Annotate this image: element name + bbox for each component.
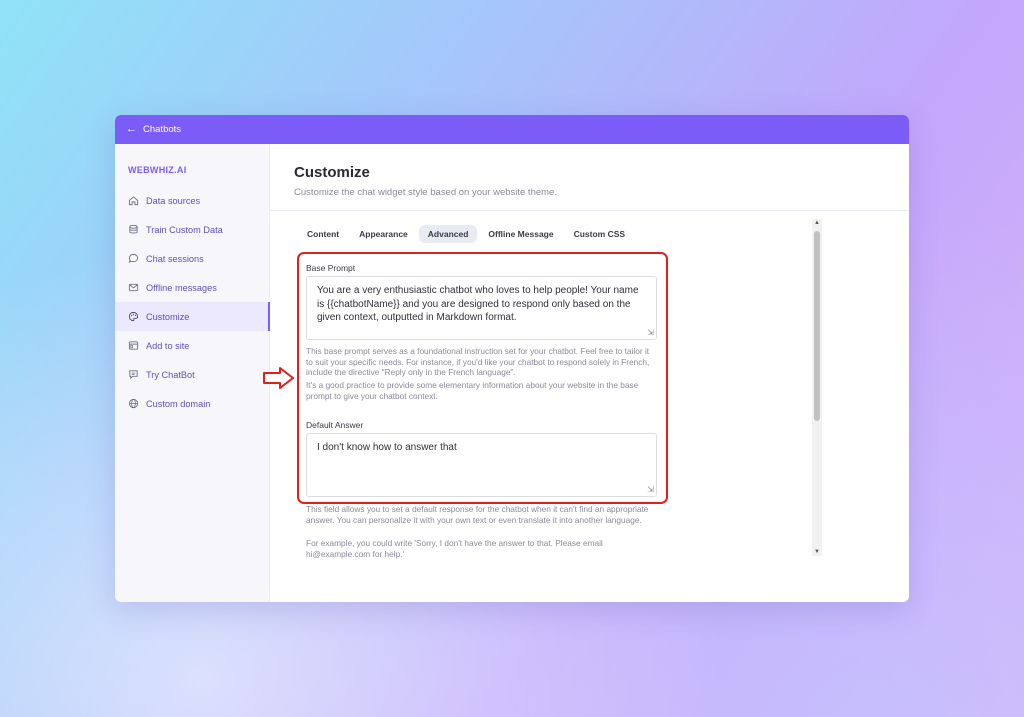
tab-bar: Content Appearance Advanced Offline Mess… xyxy=(298,225,634,243)
sidebar-item-custom-domain[interactable]: Custom domain xyxy=(115,389,270,418)
default-answer-help-example: For example, you could write 'Sorry, I d… xyxy=(306,538,603,559)
default-answer-help: This field allows you to set a default r… xyxy=(306,504,649,525)
sidebar-item-customize[interactable]: Customize xyxy=(115,302,270,331)
message-square-icon xyxy=(128,369,139,380)
sidebar-nav: Data sources Train Custom Data Chat sess… xyxy=(115,186,270,418)
sidebar-item-offline-messages[interactable]: Offline messages xyxy=(115,273,270,302)
sidebar-item-label: Chat sessions xyxy=(146,253,204,264)
sidebar-item-try-chatbot[interactable]: Try ChatBot xyxy=(115,360,270,389)
tab-advanced[interactable]: Advanced xyxy=(418,225,478,243)
back-arrow-icon[interactable]: ← xyxy=(126,124,137,135)
sidebar-item-label: Train Custom Data xyxy=(146,224,223,235)
header-divider xyxy=(270,210,909,211)
sidebar-item-label: Try ChatBot xyxy=(146,369,195,380)
tab-custom-css[interactable]: Custom CSS xyxy=(565,225,634,243)
sidebar-item-label: Data sources xyxy=(146,195,201,206)
pointer-arrow-icon xyxy=(263,367,294,389)
browser-icon xyxy=(128,340,139,351)
palette-icon xyxy=(128,311,139,322)
page-subtitle: Customize the chat widget style based on… xyxy=(294,187,557,198)
tab-appearance[interactable]: Appearance xyxy=(350,225,417,243)
brand-logo: WEBWHIZ.AI xyxy=(128,165,187,175)
sidebar-item-label: Offline messages xyxy=(146,282,217,293)
sidebar-item-train-custom-data[interactable]: Train Custom Data xyxy=(115,215,270,244)
tab-content[interactable]: Content xyxy=(298,225,348,243)
highlight-box xyxy=(297,252,668,504)
database-icon xyxy=(128,224,139,235)
sidebar-item-data-sources[interactable]: Data sources xyxy=(115,186,270,215)
scrollbar-thumb[interactable] xyxy=(814,231,820,421)
back-link[interactable]: Chatbots xyxy=(143,124,181,135)
sidebar: WEBWHIZ.AI Data sources Train Custom Dat… xyxy=(115,144,270,602)
chat-bubble-icon xyxy=(128,253,139,264)
tab-offline-message[interactable]: Offline Message xyxy=(479,225,562,243)
page-title: Customize xyxy=(294,164,370,181)
mail-icon xyxy=(128,282,139,293)
globe-icon xyxy=(128,398,139,409)
top-bar: ← Chatbots xyxy=(115,115,909,144)
sidebar-item-label: Add to site xyxy=(146,340,190,351)
scroll-down-icon[interactable]: ▼ xyxy=(814,549,820,555)
sidebar-item-label: Customize xyxy=(146,311,190,322)
sidebar-item-add-to-site[interactable]: Add to site xyxy=(115,331,270,360)
panel-scrollbar[interactable]: ▲ ▼ xyxy=(812,219,822,556)
sidebar-item-chat-sessions[interactable]: Chat sessions xyxy=(115,244,270,273)
home-icon xyxy=(128,195,139,206)
sidebar-item-label: Custom domain xyxy=(146,398,211,409)
scroll-up-icon[interactable]: ▲ xyxy=(814,220,820,226)
